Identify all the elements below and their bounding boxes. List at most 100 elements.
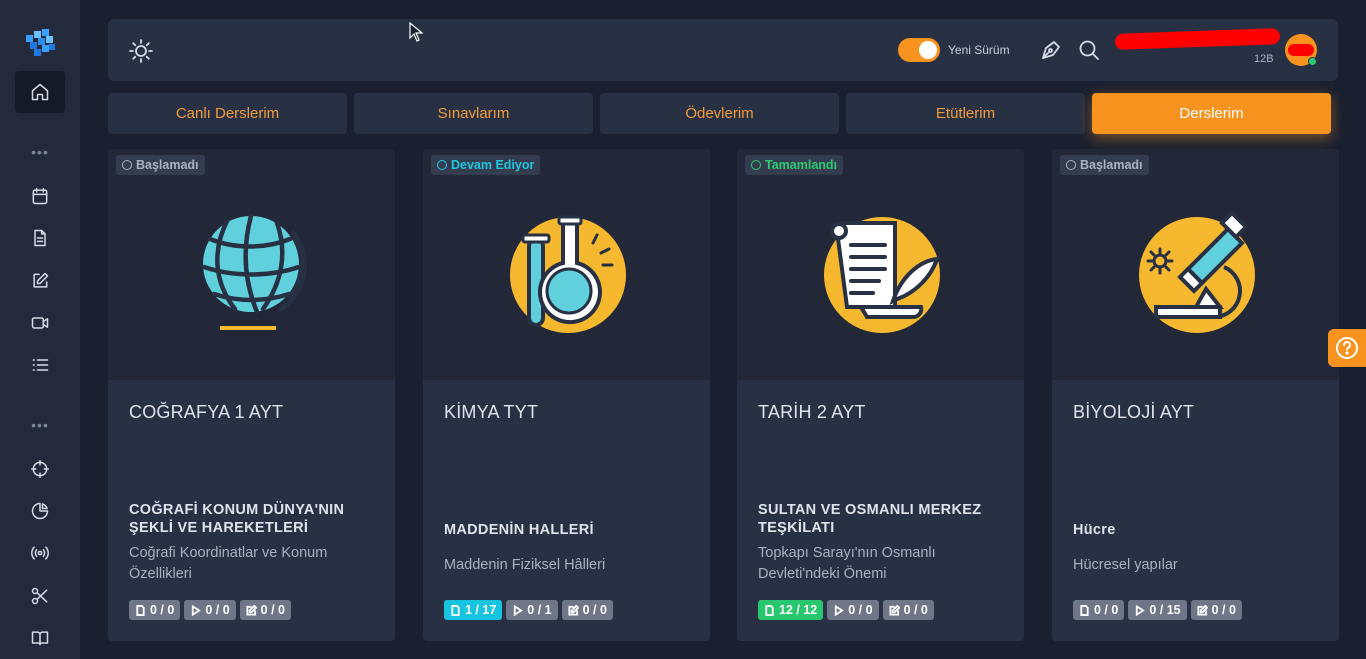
file-icon (136, 604, 145, 616)
lesson-title: COĞRAFYA 1 AYT (129, 402, 284, 422)
question-circle-icon (1336, 337, 1358, 359)
tab-exams[interactable]: Sınavlarım (354, 93, 593, 134)
status-badge: Başlamadı (1060, 155, 1149, 175)
card-image-area: Tamamlandı (737, 149, 1024, 380)
sidebar-item-home[interactable] (15, 71, 65, 113)
assignment-count-badge: 0 / 0 (1190, 600, 1242, 620)
circle-icon (122, 160, 132, 170)
sidebar-item-assignments[interactable] (15, 260, 65, 302)
search-icon[interactable] (1077, 38, 1101, 62)
topic-description: Coğrafi Koordinatlar ve Konum Özellikler… (129, 545, 328, 582)
help-button[interactable] (1328, 329, 1366, 367)
video-count-badge: 0 / 1 (506, 600, 558, 620)
new-version-toggle[interactable] (898, 38, 940, 62)
document-count-badge: 0 / 0 (129, 600, 181, 620)
assignment-count-badge: 0 / 0 (561, 600, 613, 620)
progress-badges: 1 / 17 0 / 1 0 / 0 (444, 600, 613, 620)
lesson-card[interactable]: Başlamadı COĞRAFYA 1 AYT COĞRAFİ KONUM D… (108, 149, 395, 641)
sidebar-item-target[interactable] (15, 448, 65, 490)
mouse-cursor-icon (409, 22, 423, 42)
sidebar-separator: ••• (31, 417, 49, 433)
pie-chart-icon (31, 502, 49, 520)
app-logo[interactable] (22, 25, 58, 61)
new-version-label: Yeni Sürüm (948, 43, 1010, 57)
globe-icon (192, 209, 314, 333)
play-icon (514, 604, 524, 616)
video-count-badge: 0 / 0 (184, 600, 236, 620)
video-icon (31, 317, 49, 329)
document-count-badge: 1 / 17 (444, 600, 503, 620)
status-badge: Devam Ediyor (431, 155, 541, 175)
file-icon (1080, 604, 1089, 616)
video-count-badge: 0 / 0 (827, 600, 879, 620)
topic-title: SULTAN VE OSMANLI MERKEZ TEŞKİLATI (758, 502, 982, 536)
card-image-area: Başlamadı (108, 149, 395, 380)
topic-description: Topkapı Sarayı'nın Osmanlı Devleti'ndeki… (758, 545, 936, 582)
sidebar-item-video[interactable] (15, 302, 65, 344)
lesson-title: TARİH 2 AYT (758, 402, 866, 422)
status-text: Devam Ediyor (451, 158, 535, 172)
tab-study-sessions[interactable]: Etütlerim (846, 93, 1085, 134)
lesson-title: BİYOLOJİ AYT (1073, 402, 1195, 422)
lesson-title: KİMYA TYT (444, 402, 539, 422)
theme-sun-icon[interactable] (128, 38, 154, 64)
sidebar-item-documents[interactable] (15, 217, 65, 259)
user-class: 12B (1254, 53, 1274, 65)
lesson-card[interactable]: Tamamlandı TARİH 2 AYT SULTAN VE OSMANLI… (737, 149, 1024, 641)
circle-icon (1066, 160, 1076, 170)
status-text: Tamamlandı (765, 158, 838, 172)
sidebar-separator: ••• (31, 144, 49, 160)
crosshair-icon (30, 459, 50, 479)
progress-badges: 0 / 0 0 / 15 0 / 0 (1073, 600, 1242, 620)
pen-tool-icon[interactable] (1039, 38, 1063, 62)
file-icon (451, 604, 460, 616)
sidebar-item-list[interactable] (15, 344, 65, 386)
edit-icon (889, 604, 900, 616)
calendar-icon (32, 187, 48, 205)
status-text: Başlamadı (136, 158, 199, 172)
topic-title: COĞRAFİ KONUM DÜNYA'NIN ŞEKLİ VE HAREKET… (129, 502, 345, 536)
broadcast-icon (31, 546, 49, 560)
topic-title: MADDENİN HALLERİ (444, 522, 594, 538)
sidebar-item-live[interactable] (15, 532, 65, 574)
list-icon (32, 359, 49, 371)
user-name-redacted[interactable] (1114, 28, 1281, 50)
lesson-card[interactable]: Devam Ediyor KİMYA TYT MADDENİN HALLERİ … (423, 149, 710, 641)
status-text: Başlamadı (1080, 158, 1143, 172)
online-status-dot (1308, 57, 1317, 66)
sidebar-item-library[interactable] (15, 617, 65, 659)
sidebar-item-tools[interactable] (15, 575, 65, 617)
edit-icon (246, 604, 257, 616)
in-progress-icon (437, 160, 447, 170)
book-icon (31, 631, 49, 646)
card-image-area: Başlamadı (1052, 149, 1339, 380)
assignment-count-badge: 0 / 0 (239, 600, 291, 620)
main-tabs: Canlı Derslerim Sınavlarım Ödevlerim Etü… (108, 93, 1338, 134)
sidebar-item-calendar[interactable] (15, 175, 65, 217)
check-circle-icon (751, 160, 761, 170)
topic-title: Hücre (1073, 522, 1116, 538)
status-badge: Başlamadı (116, 155, 205, 175)
card-image-area: Devam Ediyor (423, 149, 710, 380)
scroll-icon (821, 209, 943, 333)
tab-live-lessons[interactable]: Canlı Derslerim (108, 93, 347, 134)
microscope-icon (1136, 209, 1258, 333)
progress-badges: 12 / 12 0 / 0 0 / 0 (758, 600, 934, 620)
topic-description: Maddenin Fiziksel Hâlleri (444, 557, 606, 573)
play-icon (835, 604, 845, 616)
edit-icon (568, 604, 579, 616)
scissors-icon (31, 587, 48, 605)
sidebar: ••• ••• (0, 0, 80, 659)
document-icon (34, 229, 46, 247)
top-bar: Yeni Sürüm 12B (108, 19, 1338, 81)
status-badge: Tamamlandı (745, 155, 844, 175)
document-count-badge: 12 / 12 (758, 600, 824, 620)
tab-my-lessons[interactable]: Derslerim (1092, 93, 1331, 134)
document-count-badge: 0 / 0 (1073, 600, 1125, 620)
tab-homework[interactable]: Ödevlerim (600, 93, 839, 134)
sidebar-item-statistics[interactable] (15, 490, 65, 532)
home-icon (31, 83, 49, 101)
flask-icon (507, 209, 629, 333)
lesson-card[interactable]: Başlamadı BİYOLOJİ AYT Hücre Hücresel ya… (1052, 149, 1339, 641)
file-icon (765, 604, 774, 616)
